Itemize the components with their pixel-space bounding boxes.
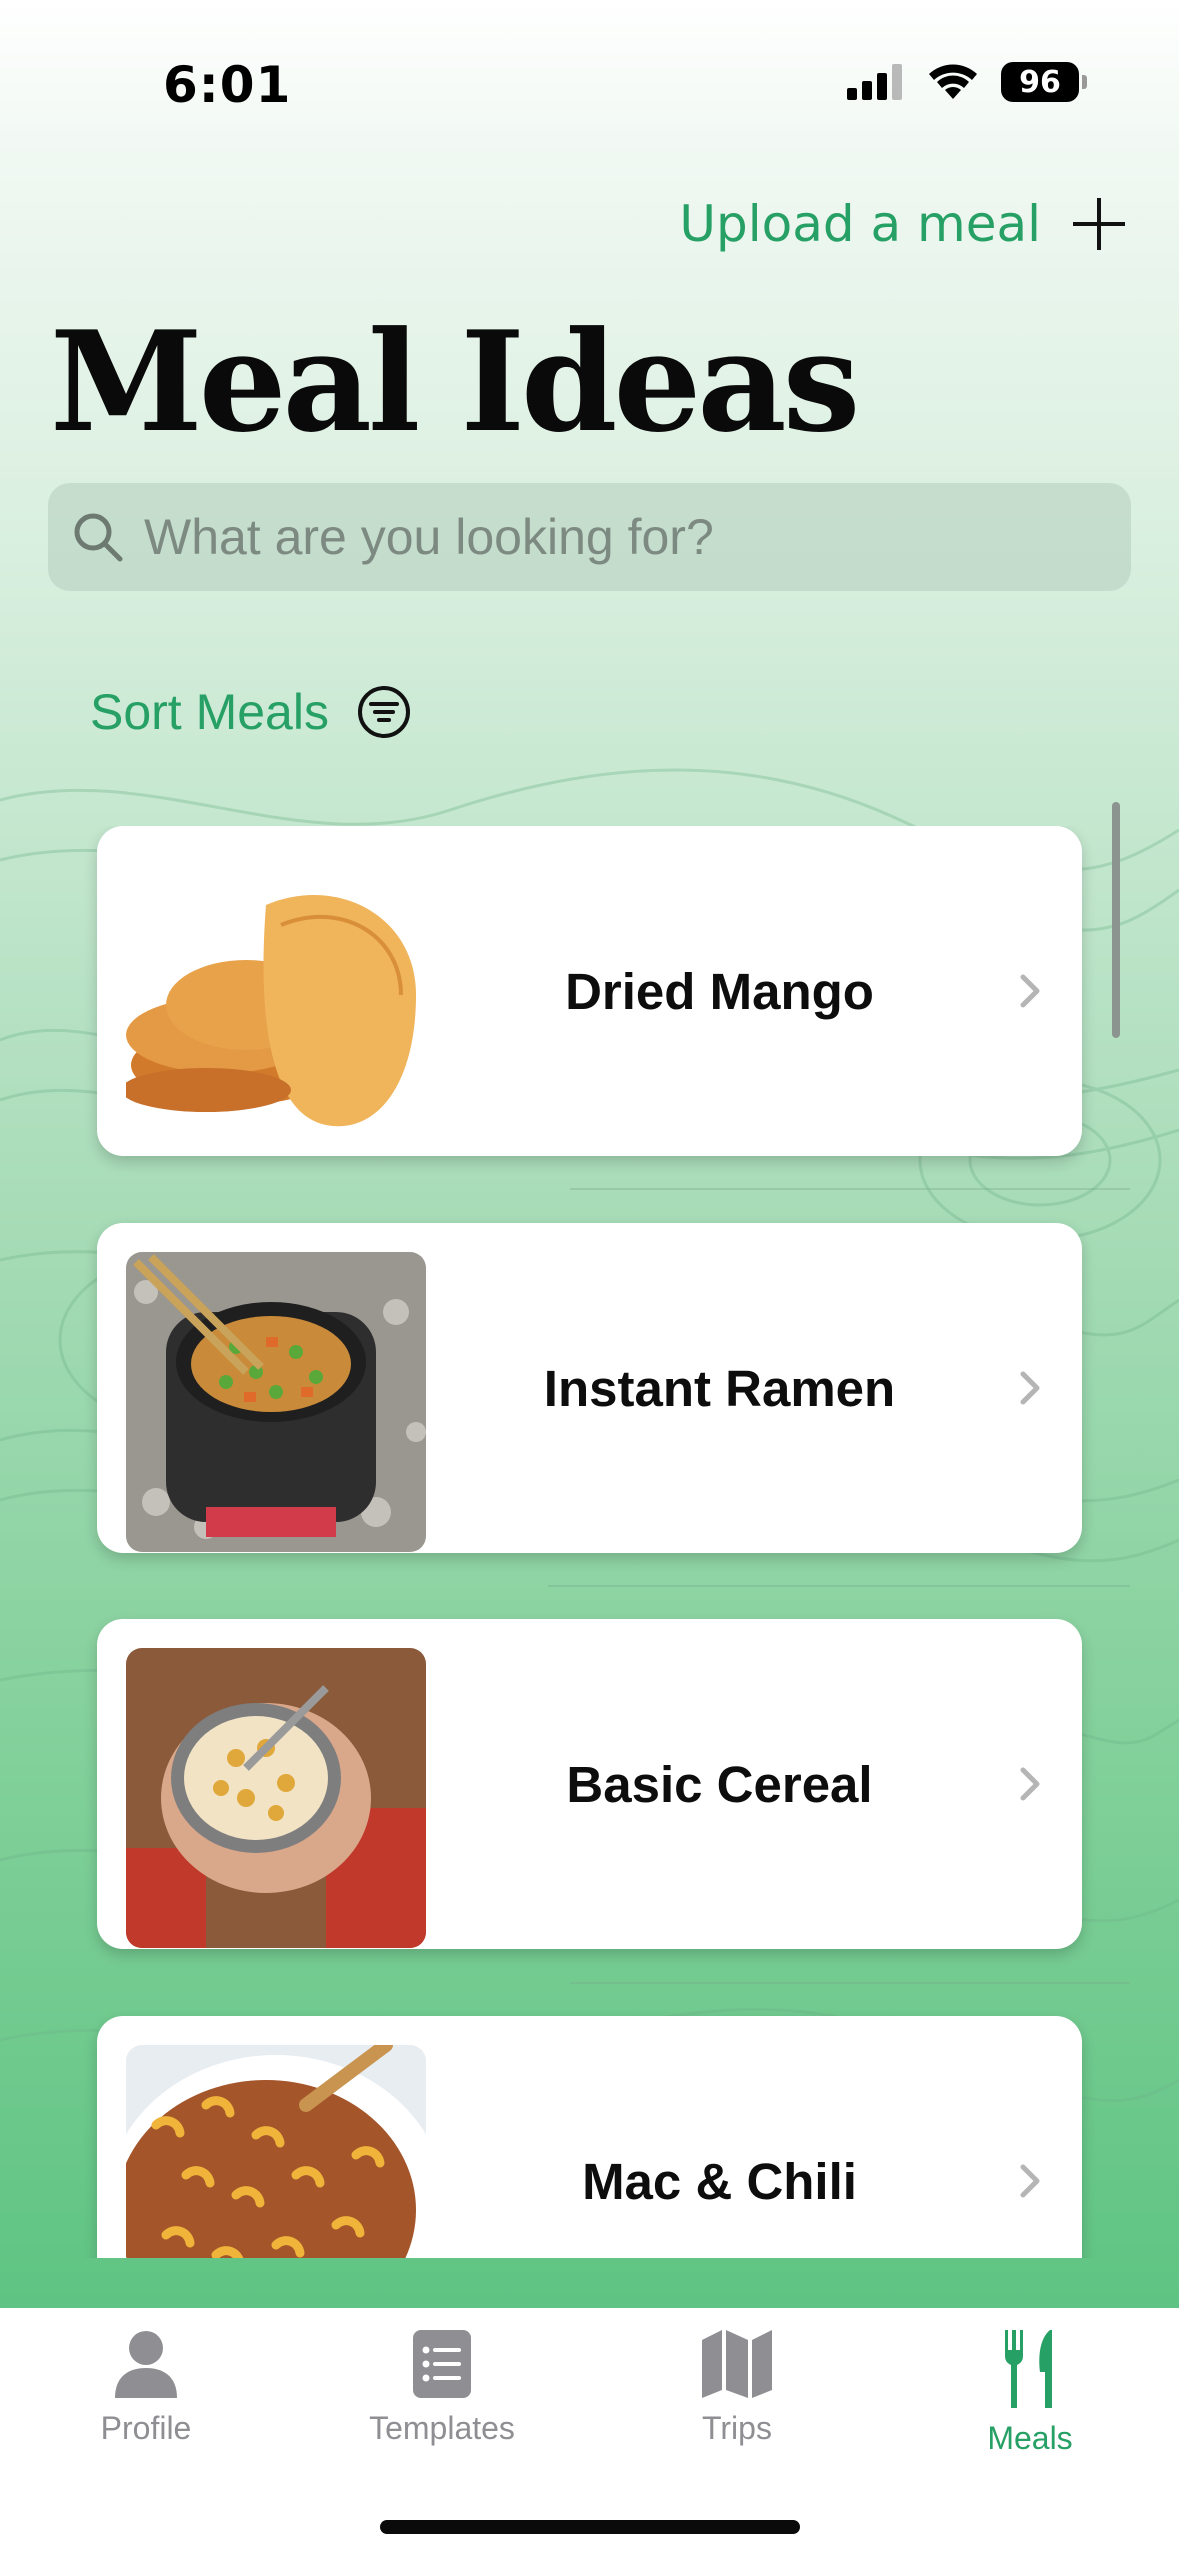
page-title: Meal Ideas — [50, 300, 860, 463]
meal-image-dried-mango — [126, 855, 426, 1155]
wifi-icon — [929, 64, 977, 99]
list-icon — [413, 2330, 471, 2398]
meal-card-mac-and-chili[interactable]: Mac & Chili — [97, 2016, 1082, 2258]
person-icon — [115, 2331, 177, 2398]
search-input[interactable] — [144, 508, 1104, 566]
meal-card-basic-cereal[interactable]: Basic Cereal — [97, 1619, 1082, 1949]
upload-meal-button[interactable]: Upload a meal — [679, 195, 1127, 253]
tab-label: Trips — [702, 2410, 772, 2446]
tab-bar: Profile Templates Trips Meals — [0, 2308, 1179, 2556]
chevron-right-icon — [1020, 1767, 1040, 1801]
home-indicator[interactable] — [380, 2520, 800, 2534]
divider — [548, 1585, 1130, 1587]
sort-meals-label: Sort Meals — [90, 684, 329, 740]
meal-title: Instant Ramen — [543, 1359, 896, 1417]
meal-image-instant-ramen — [126, 1252, 426, 1552]
search-bar[interactable] — [48, 483, 1131, 591]
fork-knife-icon — [1005, 2330, 1052, 2408]
meal-card-instant-ramen[interactable]: Instant Ramen — [97, 1223, 1082, 1553]
divider — [570, 1188, 1130, 1190]
battery-indicator: 96 — [1001, 62, 1087, 102]
upload-meal-label: Upload a meal — [679, 195, 1041, 253]
meal-list: Dried Mango Instant Ramen Basic Cereal M… — [0, 826, 1179, 2258]
meal-title: Basic Cereal — [566, 1755, 873, 1813]
chevron-right-icon — [1020, 1371, 1040, 1405]
map-icon — [702, 2330, 772, 2398]
meal-image-mac-and-chili — [126, 2045, 426, 2258]
tab-templates[interactable]: Templates — [332, 2328, 552, 2447]
tab-trips[interactable]: Trips — [627, 2328, 847, 2447]
tab-meals[interactable]: Meals — [920, 2328, 1140, 2457]
tab-label: Templates — [369, 2410, 515, 2446]
search-icon — [74, 513, 123, 562]
meal-title: Dried Mango — [565, 962, 874, 1020]
sort-meals-button[interactable]: Sort Meals — [90, 683, 411, 741]
divider — [570, 1982, 1130, 1984]
tab-label: Meals — [987, 2420, 1073, 2456]
status-indicators: 96 — [847, 62, 1087, 102]
plus-icon — [1071, 196, 1127, 252]
tab-profile[interactable]: Profile — [36, 2328, 256, 2447]
chevron-right-icon — [1020, 974, 1040, 1008]
tab-label: Profile — [100, 2410, 192, 2446]
status-time: 6:01 — [163, 56, 292, 114]
filter-icon — [357, 686, 410, 738]
meal-ideas-screen: 6:01 96 Upload a meal Meal Ideas Sort Me… — [0, 0, 1179, 2556]
meal-image-basic-cereal — [126, 1648, 426, 1948]
meal-title: Mac & Chili — [582, 2152, 857, 2210]
chevron-right-icon — [1020, 2164, 1040, 2198]
cellular-signal-icon — [847, 64, 902, 100]
meal-card-dried-mango[interactable]: Dried Mango — [97, 826, 1082, 1156]
